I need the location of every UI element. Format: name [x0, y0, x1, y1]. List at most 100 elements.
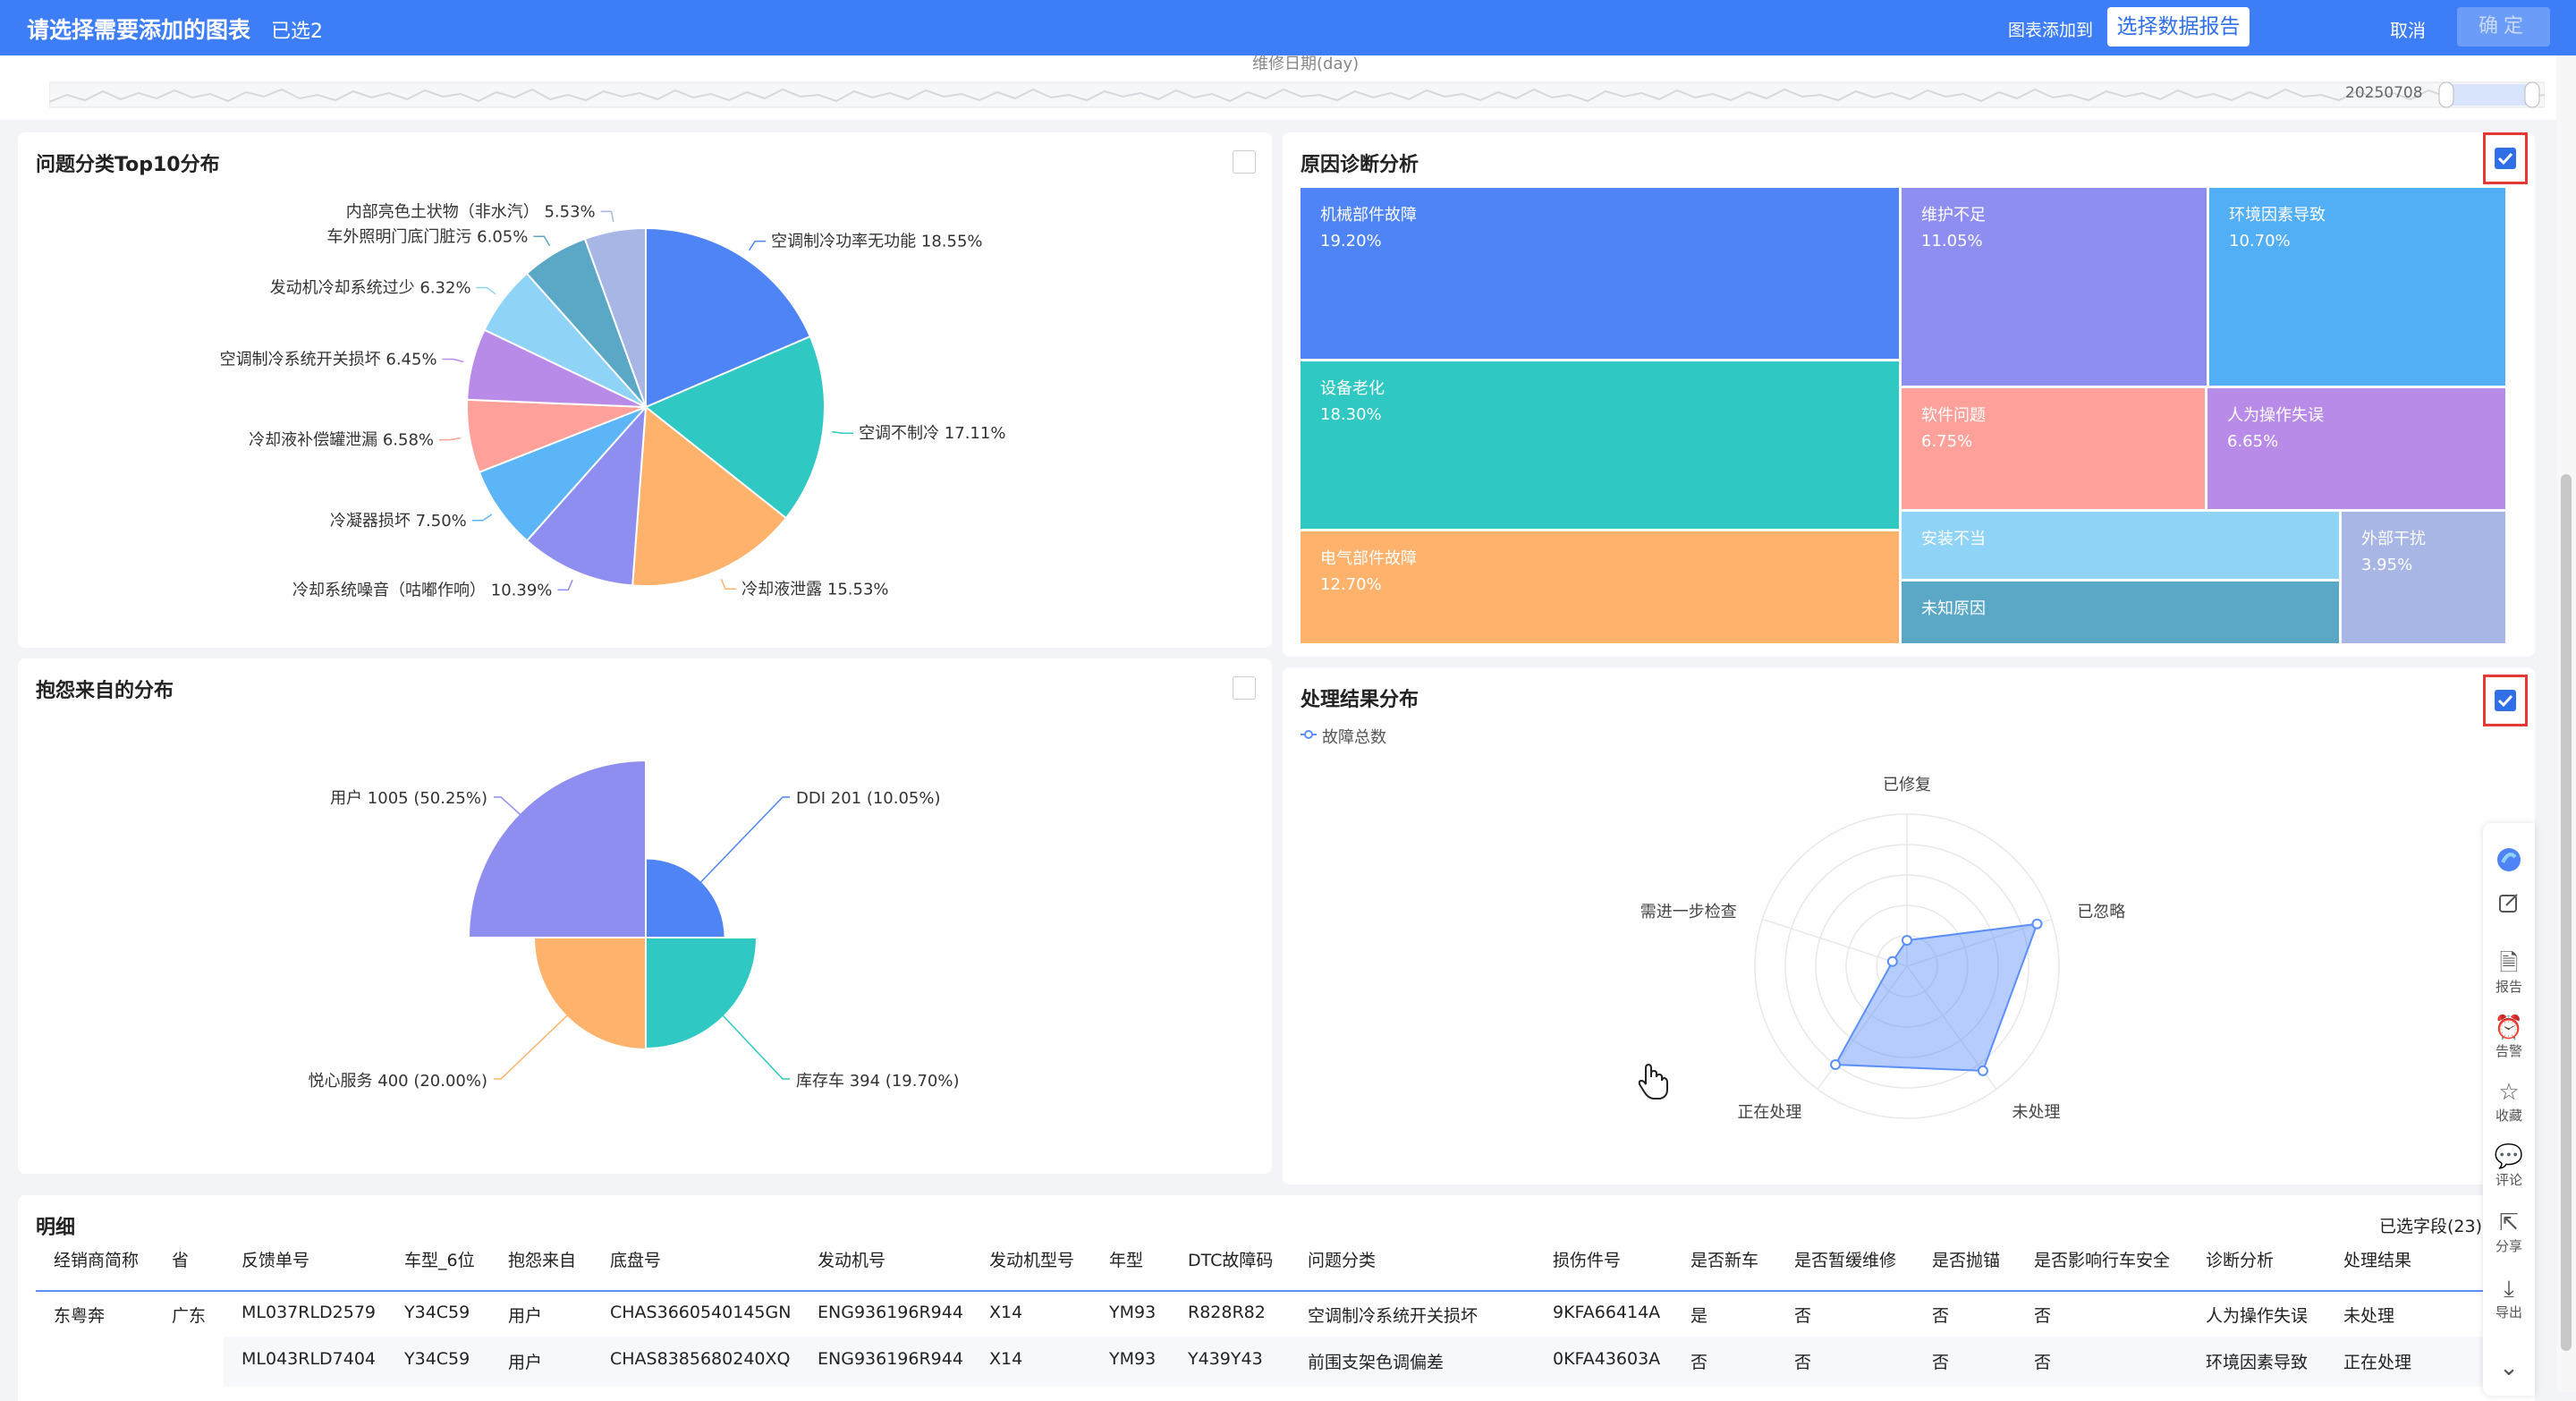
table-cell: 用户 — [508, 1353, 543, 1372]
rose-slice-label: DDI 201 (10.05%) — [796, 789, 941, 808]
assistant-logo-icon[interactable] — [2496, 846, 2522, 873]
table-cell: YM93 — [1109, 1303, 1157, 1322]
radar-chart: 已修复已忽略未处理 正在处理 需进一步检查 — [1640, 776, 2125, 1122]
table-cell: ML037RLD2579 — [242, 1303, 377, 1322]
table-cell: 正在处理 — [2343, 1353, 2412, 1372]
edit-icon[interactable] — [2497, 891, 2521, 914]
alert-button[interactable]: ⏰ 告警 — [2483, 1015, 2535, 1060]
treemap-cell-label: 未知原因 — [1921, 599, 1986, 618]
table-cell: 人为操作失误 — [2206, 1306, 2309, 1326]
selected-fields-button[interactable]: 已选字段(23) — [2379, 1213, 2482, 1237]
treemap-cell: 软件问题 6.75% — [1902, 388, 2205, 509]
pie-label-line — [439, 437, 462, 441]
table-header-cell[interactable]: 反馈单号 — [242, 1247, 309, 1271]
chart-card-processing-result[interactable]: 处理结果分布 故障总数 已修复 已忽略 未处理 正在处理 需进一步检查 — [1283, 667, 2535, 1184]
treemap-cell: 机械部件故障 19.20% — [1301, 188, 1899, 359]
choose-report-button[interactable]: 选择数据报告 — [2107, 7, 2250, 47]
table-header-cell[interactable]: DTC故障码 — [1188, 1247, 1273, 1271]
treemap-cell-label: 外部干扰 — [2361, 530, 2426, 548]
report-button[interactable]: 🗎 报告 — [2483, 950, 2535, 996]
radar-indicator-label: 已修复 — [1883, 776, 1931, 794]
rose-slice — [645, 937, 758, 1049]
radar-point — [1830, 1059, 1842, 1071]
timeline-slider[interactable] — [49, 75, 2545, 111]
table-cell: 否 — [1690, 1353, 1708, 1372]
scrollbar-thumb[interactable] — [2561, 474, 2572, 1351]
chart-card-problem-top10[interactable]: 问题分类Top10分布 空调制冷功率无功能 18.55% 空调不制冷 17.11%… — [18, 132, 1272, 648]
treemap-cell: 设备老化 18.30% — [1301, 361, 1899, 529]
rose-slice — [467, 759, 647, 938]
table-header-cell[interactable]: 是否影响行车安全 — [2034, 1247, 2170, 1271]
timeline-handle-left — [2438, 81, 2454, 108]
table-cell: 用户 — [508, 1306, 543, 1326]
radar-point — [1902, 935, 1912, 947]
treemap-cell-label: 人为操作失误 — [2227, 406, 2324, 425]
table-cell: ENG936196R944 — [818, 1349, 963, 1369]
table-cell: 未处理 — [2343, 1306, 2395, 1326]
treemap-chart: 机械部件故障 19.20% 维护不足 11.05% 环境因素导致 10.70% 设备老化 18… — [1301, 188, 2526, 646]
cancel-button[interactable]: 取消 — [2390, 16, 2426, 42]
table-header-cell[interactable]: 抱怨来自 — [508, 1247, 576, 1271]
table-header-cell[interactable]: 发动机号 — [818, 1247, 886, 1271]
rose-slice-label: 悦心服务 400 (20.00%) — [309, 1072, 487, 1091]
confirm-button[interactable]: 确定 — [2457, 7, 2550, 47]
table-header-cell[interactable]: 处理结果 — [2343, 1247, 2411, 1271]
check-icon — [2497, 152, 2513, 166]
table-header-cell[interactable]: 是否新车 — [1690, 1247, 1758, 1271]
table-cell: Y34C59 — [404, 1303, 470, 1322]
table-title: 明细 — [36, 1217, 76, 1239]
pie-slice-label: 冷却系统噪音（咕嘟作响） 10.39% — [292, 581, 552, 599]
table-cell: ENG936196R944 — [818, 1303, 963, 1322]
table-header-cell[interactable]: 是否暂缓维修 — [1794, 1247, 1896, 1271]
star-icon: ☆ — [2498, 1079, 2520, 1106]
table-header-cell[interactable]: 问题分类 — [1308, 1247, 1376, 1271]
treemap-cell-label: 环境因素导致 — [2229, 206, 2326, 225]
pie-label-line — [600, 210, 614, 223]
detail-table-card: 明细 已选字段(23) 经销商简称 省 反馈单号 车型_6位 抱怨来自 底盘号 发动机号 发动… — [18, 1195, 2535, 1401]
treemap-cell: 人为操作失误 6.65% — [2207, 388, 2505, 509]
treemap-cell: 环境因素导致 10.70% — [2209, 188, 2505, 386]
table-header-cell[interactable]: 发动机型号 — [989, 1247, 1074, 1271]
pie-label-line — [720, 579, 737, 590]
treemap-cell-value: 6.65% — [2227, 432, 2279, 451]
pie-label-line — [748, 240, 767, 251]
rose-label-line — [690, 796, 790, 894]
table-cell: 否 — [1794, 1353, 1812, 1372]
table-header-cell[interactable]: 底盘号 — [610, 1247, 661, 1271]
treemap-cell-value: 12.70% — [1320, 575, 1382, 594]
checkbox-highlight — [2483, 132, 2528, 184]
table-header-cell[interactable]: 诊断分析 — [2206, 1247, 2274, 1271]
report-icon: 🗎 — [2499, 950, 2519, 977]
share-button[interactable]: ⇱ 分享 — [2483, 1210, 2535, 1255]
favorite-button[interactable]: ☆ 收藏 — [2483, 1079, 2535, 1125]
table-header-cell[interactable]: 省 — [172, 1247, 189, 1271]
treemap-cell-value: 6.75% — [1921, 432, 1973, 451]
table-cell: CHAS3660540145GN — [610, 1303, 792, 1322]
chart-card-cause-diagnosis[interactable]: 原因诊断分析 机械部件故障 19.20% 维护不足 11.05% 环境因素导致 10.70… — [1283, 132, 2535, 657]
treemap-cell-value: 19.20% — [1320, 232, 1382, 250]
table-cell: YM93 — [1109, 1349, 1157, 1369]
pie-chart: 空调制冷功率无功能 18.55% 空调不制冷 17.11% 冷却液泄露 15.53%… — [220, 202, 1006, 599]
table-cell: R828R82 — [1188, 1303, 1266, 1322]
radar-point — [1886, 955, 1898, 967]
chart-card-complaint-source[interactable]: 抱怨来自的分布 DDI 201 (10.05%) 库存车 394 (19.70%)… — [18, 658, 1272, 1174]
collapse-button[interactable]: ⌄ — [2483, 1354, 2535, 1381]
select-checkbox-checked[interactable] — [2495, 148, 2516, 169]
table-header-cell[interactable]: 车型_6位 — [404, 1247, 475, 1271]
radar-point — [2031, 918, 2043, 930]
treemap-cell-label: 电气部件故障 — [1320, 549, 1417, 568]
treemap-cell-label: 设备老化 — [1320, 379, 1385, 398]
table-cell: X14 — [989, 1303, 1023, 1322]
table-header-cell[interactable]: 是否抛锚 — [1932, 1247, 2000, 1271]
table-header-cell[interactable]: 年型 — [1109, 1247, 1143, 1271]
table-header-cell[interactable]: 经销商简称 — [54, 1247, 139, 1271]
pie-slice-label: 冷却液补偿罐泄漏 6.58% — [249, 431, 434, 450]
treemap-cell-label: 机械部件故障 — [1320, 206, 1417, 225]
radar-indicator-label: 未处理 — [2012, 1103, 2061, 1122]
export-button[interactable]: ⤓ 导出 — [2483, 1276, 2535, 1321]
table-cell: 前围支架色调偏差 — [1308, 1353, 1445, 1372]
comment-button[interactable]: 💬 评论 — [2483, 1143, 2535, 1189]
table-header-cell[interactable]: 损伤件号 — [1553, 1247, 1621, 1271]
treemap-cell-value: 3.95% — [2361, 556, 2413, 574]
table-cell: 否 — [1794, 1306, 1812, 1326]
